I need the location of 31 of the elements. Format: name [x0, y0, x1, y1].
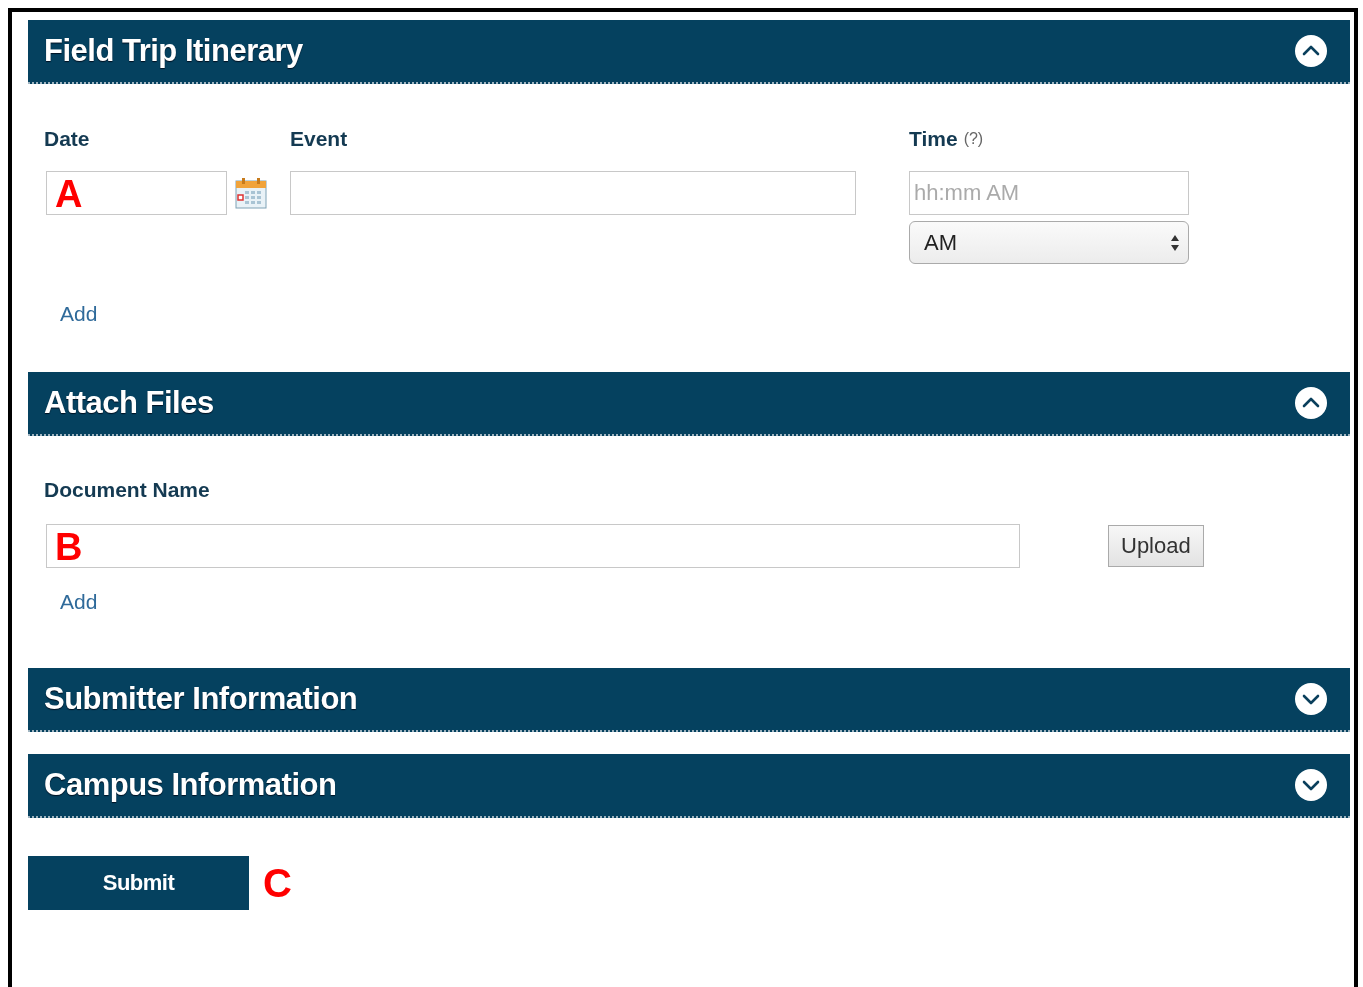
- expand-icon[interactable]: [1294, 682, 1328, 716]
- date-input[interactable]: A: [46, 171, 227, 215]
- callout-letter: B: [55, 525, 83, 569]
- add-link[interactable]: Add: [60, 590, 98, 614]
- help-link[interactable]: (?): [963, 130, 984, 148]
- expand-icon[interactable]: [1294, 768, 1328, 802]
- event-input[interactable]: [290, 171, 856, 215]
- section-header[interactable]: Field Trip Itinerary: [28, 20, 1350, 84]
- time-label: Time: [909, 127, 958, 151]
- submit-button[interactable]: Submit: [28, 856, 249, 910]
- section-title: Submitter Information: [44, 681, 358, 717]
- callout-letter: C: [263, 860, 292, 906]
- meridiem-select[interactable]: AM: [909, 221, 1189, 264]
- callout-letter: A: [55, 172, 83, 216]
- collapse-icon[interactable]: [1294, 34, 1328, 68]
- section-header[interactable]: Attach Files: [28, 372, 1350, 436]
- upload-button[interactable]: Upload: [1108, 525, 1204, 567]
- section-title: Field Trip Itinerary: [44, 33, 303, 69]
- time-input[interactable]: hh:mm AM: [909, 171, 1189, 215]
- section-title: Campus Information: [44, 767, 337, 803]
- event-label: Event: [290, 127, 348, 151]
- section-title: Attach Files: [44, 385, 214, 421]
- calendar-icon[interactable]: [235, 177, 267, 209]
- date-label: Date: [44, 127, 90, 151]
- section-header[interactable]: Submitter Information: [28, 668, 1350, 732]
- document-name-input[interactable]: B: [46, 524, 1020, 568]
- section-header[interactable]: Campus Information: [28, 754, 1350, 818]
- collapse-icon[interactable]: [1294, 386, 1328, 420]
- spinner-arrows-icon: [1170, 233, 1180, 252]
- add-link[interactable]: Add: [60, 302, 98, 326]
- document-name-label: Document Name: [44, 478, 210, 502]
